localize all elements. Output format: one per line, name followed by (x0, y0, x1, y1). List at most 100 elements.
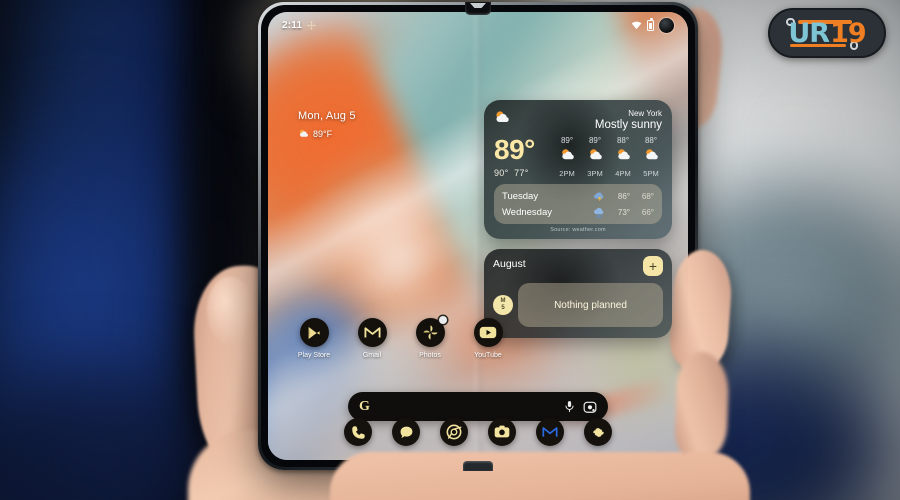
hourly-item: 89° 3PM (584, 136, 606, 178)
messages-icon (400, 426, 412, 438)
weather-high: 90° (494, 168, 509, 178)
weather-widget[interactable]: New York Mostly sunny 89° 90° 77° 89° 2P… (484, 100, 672, 239)
google-search-bar[interactable]: G (348, 392, 608, 421)
glance-temperature: 89°F (313, 128, 333, 139)
daily-low: 68° (641, 191, 654, 201)
foldable-phone: 2:11 Mon, Aug 5 89°F New York Mostly sun… (258, 2, 698, 471)
widget-column: New York Mostly sunny 89° 90° 77° 89° 2P… (484, 100, 672, 338)
chrome-icon (446, 424, 462, 440)
rain-icon (594, 207, 604, 218)
hourly-item: 88° 4PM (612, 136, 634, 178)
glance-weather: 89°F (298, 128, 356, 139)
watermark-text-part2: 19 (830, 17, 867, 49)
calendar-day-chip: M 5 (493, 295, 513, 315)
sun-cloud-icon (589, 149, 602, 160)
add-event-button[interactable]: + (643, 256, 663, 276)
phone-bottom-hinge-notch (463, 461, 493, 471)
camera-icon (494, 425, 510, 438)
daily-row: Wednesday 73° 66° (502, 204, 654, 220)
play-store-icon (299, 318, 329, 347)
weather-hourly-forecast: 89° 2PM 89° 3PM 88° 4PM 88° 5PM (556, 136, 662, 178)
daily-high: 86° (617, 191, 630, 201)
phone-screen: 2:11 Mon, Aug 5 89°F New York Mostly sun… (268, 12, 688, 460)
dock-chrome[interactable] (440, 418, 468, 446)
calendar-day-number: 5 (501, 305, 505, 311)
app-gmail[interactable]: Gmail (352, 318, 392, 359)
hourly-temp: 89° (588, 136, 602, 145)
glance-date: Mon, Aug 5 (298, 110, 356, 122)
sun-cloud-icon (645, 149, 658, 160)
app-play-store[interactable]: Play Store (294, 318, 334, 359)
app-label: Gmail (362, 352, 382, 359)
daily-values: 86° 68° (593, 190, 654, 203)
daily-day: Wednesday (502, 206, 552, 218)
dock-camera[interactable] (488, 418, 516, 446)
phone-top-hinge-notch (465, 2, 491, 15)
weather-condition: Mostly sunny (594, 119, 662, 131)
hourly-temp: 88° (616, 136, 630, 145)
google-g-icon: G (359, 398, 370, 414)
sun-cloud-icon (561, 149, 574, 160)
dock-gmail[interactable] (536, 418, 564, 446)
status-bar-clock: 2:11 (282, 19, 303, 31)
app-row: Play Store Gmail Photos YouTube (294, 316, 508, 359)
daily-high: 73° (617, 207, 630, 217)
calendar-month: August (493, 258, 526, 270)
google-photos-icon (415, 316, 447, 347)
status-bar-left: 2:11 (282, 20, 316, 31)
watermark-text: UR 19 (768, 8, 886, 58)
google-lens-icon[interactable] (583, 400, 597, 414)
weather-city: New York (628, 109, 662, 118)
hourly-item: 88° 5PM (640, 136, 662, 178)
weather-header: New York Mostly sunny (494, 109, 662, 131)
dock (268, 418, 688, 446)
hourly-time: 2PM (559, 169, 575, 178)
weather-high-low: 90° 77° (494, 168, 535, 178)
daily-row: Tuesday 86° 68° (502, 188, 654, 204)
microphone-icon[interactable] (563, 400, 576, 413)
app-photos[interactable]: Photos (410, 316, 450, 359)
storm-icon (594, 191, 604, 201)
weather-current: 89° 90° 77° (494, 134, 535, 178)
notification-badge (438, 316, 447, 324)
hourly-time: 5PM (643, 169, 659, 178)
hourly-time: 4PM (615, 169, 631, 178)
gmail-icon (357, 318, 387, 347)
camera-punchhole (659, 17, 674, 33)
status-bar-right (631, 17, 674, 33)
hourly-temp: 89° (560, 136, 574, 145)
wifi-icon (631, 21, 642, 30)
app-label: Play Store (297, 352, 331, 359)
hourly-time: 3PM (587, 169, 603, 178)
weather-low: 77° (514, 168, 529, 178)
app-youtube[interactable]: YouTube (468, 318, 508, 359)
calendar-widget[interactable]: August + M 5 Nothing planned (484, 249, 672, 338)
weather-daily-forecast: Tuesday 86° 68° Wednesday 73° 66° (494, 184, 662, 224)
weather-body: 89° 90° 77° 89° 2PM 89° 3PM 88° 4PM 88° … (494, 136, 662, 178)
app-label: Photos (419, 352, 441, 359)
watermark-logo: UR 19 (768, 8, 886, 58)
daily-day: Tuesday (502, 190, 539, 202)
weather-source: Source: weather.com (550, 227, 606, 233)
phone-bezel: 2:11 Mon, Aug 5 89°F New York Mostly sun… (261, 5, 695, 467)
bottom-palm (330, 452, 750, 500)
calendar-day-letter: M (500, 298, 506, 305)
fitbit-icon (592, 427, 604, 437)
phone-icon (351, 425, 365, 439)
hourly-item: 89° 2PM (556, 136, 578, 178)
weather-current-temp: 89° (494, 134, 535, 166)
calendar-event-text[interactable]: Nothing planned (518, 283, 663, 327)
calendar-body: M 5 Nothing planned (493, 283, 663, 327)
dock-messages[interactable] (392, 418, 420, 446)
daily-low: 66° (641, 207, 654, 217)
app-label: YouTube (474, 352, 502, 359)
hourly-temp: 88° (644, 136, 658, 145)
sun-cloud-icon (617, 149, 630, 160)
sun-cloud-icon (496, 111, 509, 122)
dock-fitbit[interactable] (584, 418, 612, 446)
at-a-glance[interactable]: Mon, Aug 5 89°F (298, 110, 356, 139)
daily-values: 73° 66° (593, 206, 654, 219)
dock-phone[interactable] (344, 418, 372, 446)
gmail-icon (542, 427, 558, 437)
youtube-icon (473, 318, 503, 347)
